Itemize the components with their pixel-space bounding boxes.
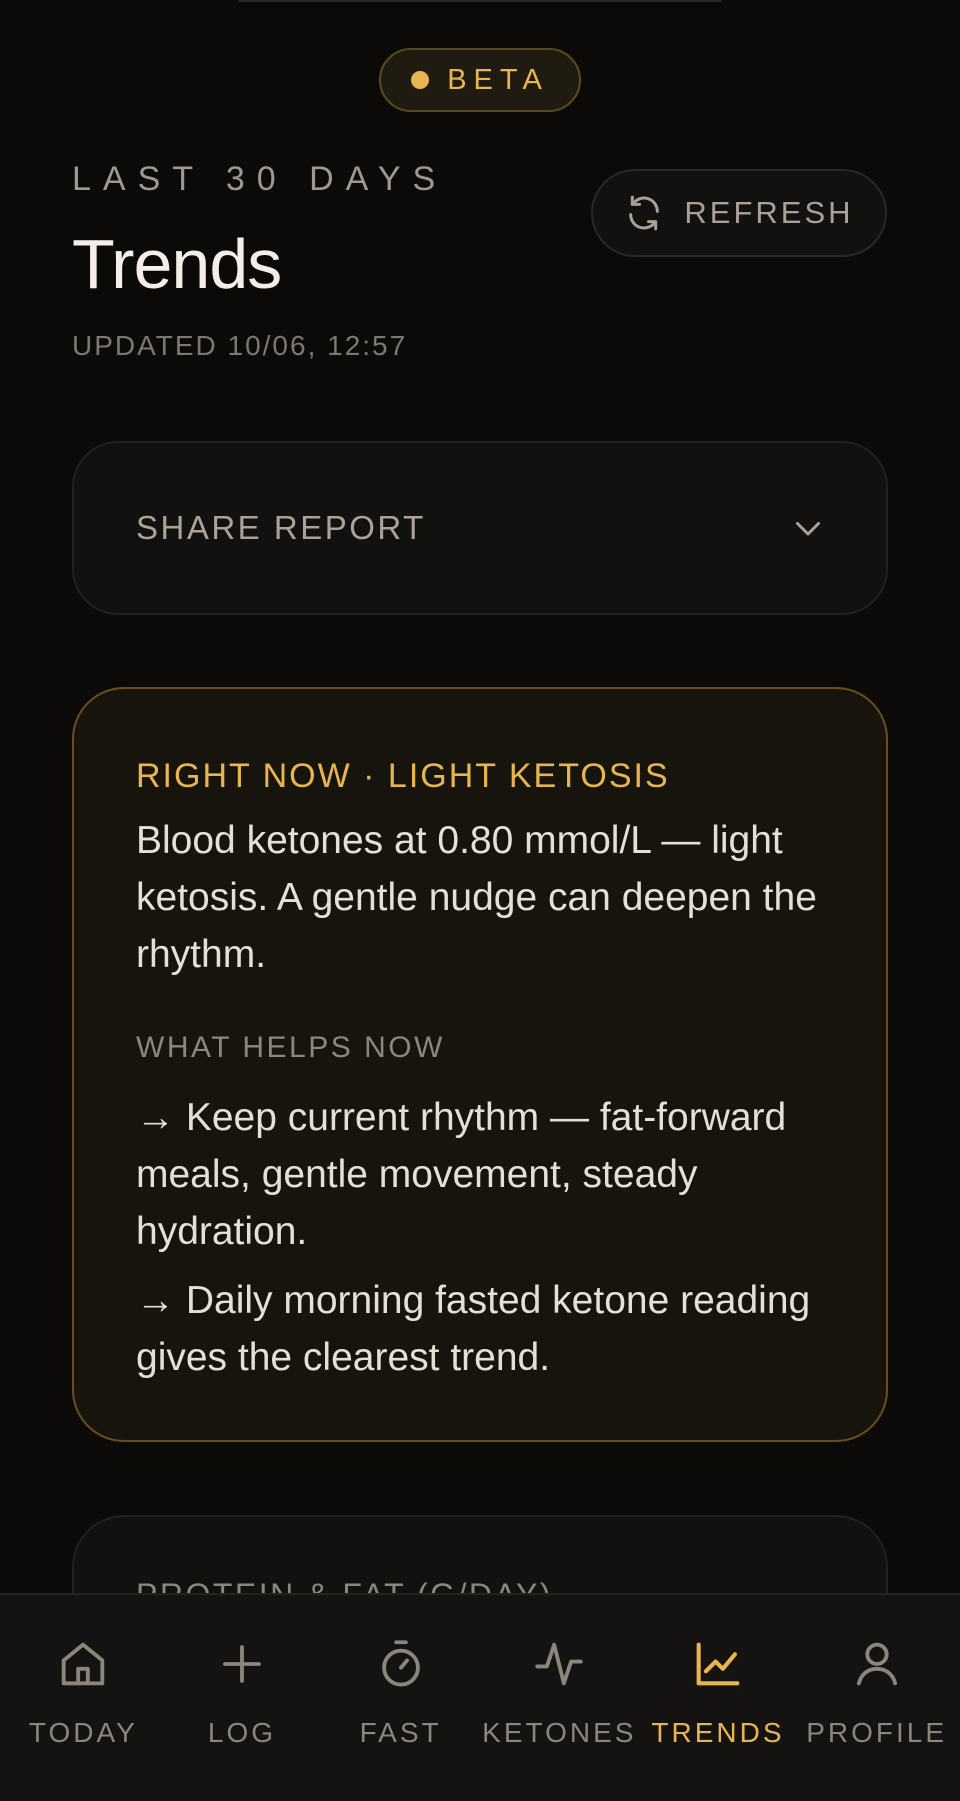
- nav-item-log[interactable]: LOG: [163, 1595, 321, 1801]
- home-icon: [62, 1642, 105, 1686]
- insight-eyebrow: RIGHT NOW · LIGHT KETOSIS: [136, 757, 670, 795]
- trends-screen: BETA LAST 30 DAYS Trends UPDATED 10/06, …: [0, 0, 960, 1801]
- share-report-dropdown[interactable]: SHARE REPORT: [72, 441, 888, 615]
- tip-item: → Keep current rhythm — fat-forward meal…: [136, 1096, 787, 1253]
- refresh-label: REFRESH: [684, 195, 854, 230]
- nav-item-profile[interactable]: PROFILE: [798, 1595, 956, 1801]
- nav-label: KETONES: [482, 1717, 637, 1748]
- plus-icon: [223, 1645, 261, 1683]
- updated-timestamp: UPDATED 10/06, 12:57: [72, 330, 408, 361]
- nav-label: FAST: [359, 1717, 442, 1748]
- range-eyebrow: LAST 30 DAYS: [72, 160, 448, 198]
- pulse-icon: [535, 1642, 583, 1686]
- stopwatch-icon: [381, 1640, 420, 1687]
- refresh-button[interactable]: REFRESH: [591, 169, 887, 257]
- nav-label: TODAY: [28, 1717, 138, 1748]
- status-dot-icon: [411, 71, 430, 89]
- person-icon: [856, 1642, 897, 1686]
- tip-item: → Daily morning fasted ketone reading gi…: [136, 1279, 811, 1379]
- page-title: Trends: [72, 225, 282, 303]
- nav-label: LOG: [207, 1717, 277, 1748]
- bottom-nav: TODAY LOG FAST KETONES TRENDS PROFILE: [0, 1593, 960, 1801]
- refresh-icon: [629, 195, 660, 231]
- beta-label: BETA: [447, 63, 549, 96]
- nav-label: TRENDS: [651, 1717, 785, 1748]
- insight-card: RIGHT NOW · LIGHT KETOSIS Blood ketones …: [72, 687, 888, 1442]
- nav-item-ketones[interactable]: KETONES: [480, 1595, 638, 1801]
- chart-icon: [696, 1642, 740, 1686]
- nav-label: PROFILE: [806, 1717, 948, 1748]
- top-divider: [238, 0, 722, 2]
- beta-badge: BETA: [379, 48, 581, 112]
- chevron-down-icon: [796, 522, 820, 536]
- nav-item-today[interactable]: TODAY: [4, 1595, 162, 1801]
- nav-item-trends[interactable]: TRENDS: [639, 1595, 797, 1801]
- share-report-label: SHARE REPORT: [136, 509, 426, 546]
- insight-body: Blood ketones at 0.80 mmol/L — light ket…: [136, 819, 817, 976]
- what-helps-label: WHAT HELPS NOW: [136, 1031, 445, 1064]
- nav-item-fast[interactable]: FAST: [322, 1595, 480, 1801]
